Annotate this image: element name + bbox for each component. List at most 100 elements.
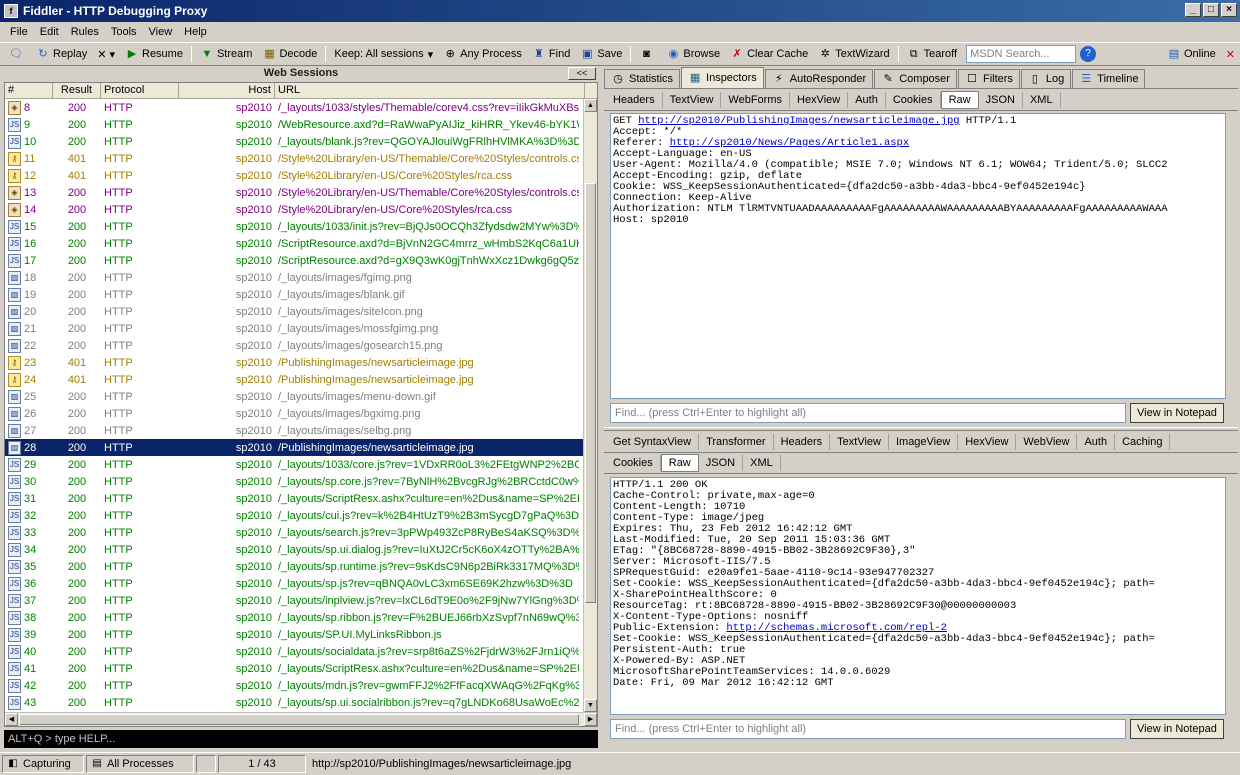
textwizard-button[interactable]: ✲ TextWizard bbox=[813, 47, 894, 61]
session-row[interactable]: JS 17 200 HTTP sp2010/ScriptResource.axd?d=g… bbox=[5, 252, 597, 269]
session-row[interactable]: JS 15 200 HTTP sp2010 /_layouts/1033/init.js?… bbox=[5, 218, 597, 235]
session-row[interactable]: JS 10 200 HTTP sp2010 /_layouts/blank.js?rev=… bbox=[5, 133, 597, 150]
session-row[interactable]: JS 29 200 HTTP sp2010 /_layouts/1033/core.js?… bbox=[5, 456, 597, 473]
session-row[interactable]: JS 32 200 HTTP sp2010 /_layouts/cui.js?rev=k%… bbox=[5, 507, 597, 524]
resp-tab-cookies[interactable]: Cookies bbox=[606, 454, 661, 471]
remove-button[interactable]: ✕ ▾ bbox=[92, 48, 120, 61]
session-row[interactable]: JS 34 200 HTTP sp2010 /_layouts/sp.ui.dialog.… bbox=[5, 541, 597, 558]
any-process-button[interactable]: ⊕ Any Process bbox=[438, 47, 527, 61]
menu-view[interactable]: View bbox=[143, 26, 179, 38]
session-row[interactable]: ◈ 13 200 HTTP sp2010/Style%20Library/en-US/T… bbox=[5, 184, 597, 201]
response-find-input[interactable]: Find... (press Ctrl+Enter to highlight a… bbox=[610, 719, 1126, 739]
resp-tab-hexview[interactable]: HexView bbox=[958, 433, 1017, 450]
resp-tab-imageview[interactable]: ImageView bbox=[889, 433, 959, 450]
session-row[interactable]: ⚷ 11 401 HTTP sp2010/Style%20Library/en-US/T… bbox=[5, 150, 597, 167]
session-row[interactable]: ▨ 26 200 HTTP sp2010 /_layouts/images/bgximg.… bbox=[5, 405, 597, 422]
response-view-in-notepad-button[interactable]: View in Notepad bbox=[1130, 719, 1224, 739]
session-row[interactable]: ◈ 14 200 HTTP sp2010/Style%20Library/en-US/C… bbox=[5, 201, 597, 218]
request-find-input[interactable]: Find... (press Ctrl+Enter to highlight a… bbox=[610, 403, 1126, 423]
req-tab-hexview[interactable]: HexView bbox=[790, 91, 849, 108]
request-raw-text[interactable]: GET http://sp2010/PublishingImages/newsa… bbox=[610, 113, 1226, 399]
resp-tab-raw[interactable]: Raw bbox=[660, 453, 699, 472]
resp-tab-json[interactable]: JSON bbox=[699, 454, 744, 471]
menu-help[interactable]: Help bbox=[178, 26, 213, 38]
response-raw-text[interactable]: HTTP/1.1 200 OK Cache-Control: private,ma… bbox=[610, 477, 1226, 715]
minimize-button[interactable]: _ bbox=[1185, 3, 1201, 17]
menu-file[interactable]: File bbox=[4, 26, 34, 38]
req-tab-xml[interactable]: XML bbox=[1023, 91, 1061, 108]
save-button[interactable]: ▣ Save bbox=[575, 47, 627, 61]
close-button[interactable]: × bbox=[1221, 3, 1237, 17]
col-protocol[interactable]: Protocol bbox=[101, 83, 179, 98]
msdn-search-input[interactable]: MSDN Search... bbox=[966, 45, 1077, 63]
session-row[interactable]: ⚷ 12 401 HTTP sp2010/Style%20Library/en-US/C… bbox=[5, 167, 597, 184]
session-row[interactable]: JS 43 200 HTTP sp2010 /_layouts/sp.ui.socialr… bbox=[5, 694, 597, 711]
req-tab-webforms[interactable]: WebForms bbox=[721, 91, 790, 108]
session-row[interactable]: JS 35 200 HTTP sp2010 /_layouts/sp.runtime.js… bbox=[5, 558, 597, 575]
sessions-vertical-scrollbar[interactable]: ▲ ▼ bbox=[583, 99, 597, 712]
clear-cache-button[interactable]: ✗ Clear Cache bbox=[725, 47, 813, 61]
col-result[interactable]: Result bbox=[53, 83, 101, 98]
tab-composer[interactable]: ✎ Composer bbox=[874, 69, 957, 88]
scroll-down-icon[interactable]: ▼ bbox=[584, 699, 597, 712]
resp-tab-caching[interactable]: Caching bbox=[1115, 433, 1171, 450]
session-row[interactable]: JS 31 200 HTTP sp2010 /_layouts/ScriptResx.as… bbox=[5, 490, 597, 507]
quickexec-input[interactable]: ALT+Q > type HELP... bbox=[4, 730, 598, 748]
resp-tab-headers[interactable]: Headers bbox=[774, 433, 831, 450]
scroll-left-icon[interactable]: ◀ bbox=[5, 713, 18, 726]
tab-autoresponder[interactable]: ⚡ AutoResponder bbox=[764, 69, 874, 88]
session-row[interactable]: ▨ 21 200 HTTP sp2010 /_layouts/images/mossfgi… bbox=[5, 320, 597, 337]
col-num[interactable]: # bbox=[5, 83, 53, 98]
session-row[interactable]: ▨ 20 200 HTTP sp2010 /_layouts/images/siteIco… bbox=[5, 303, 597, 320]
resume-button[interactable]: ▶ Resume bbox=[120, 47, 188, 61]
tab-statistics[interactable]: ◷ Statistics bbox=[604, 69, 681, 88]
scroll-up-icon[interactable]: ▲ bbox=[584, 99, 597, 112]
session-row[interactable]: JS 33 200 HTTP sp2010 /_layouts/search.js?rev… bbox=[5, 524, 597, 541]
sessions-grid[interactable]: # Result Protocol Host URL ◈ 8 200 HTTP sp20… bbox=[4, 82, 598, 727]
req-tab-textview[interactable]: TextView bbox=[663, 91, 722, 108]
replay-button[interactable]: ↻ Replay bbox=[31, 47, 92, 61]
resp-tab-webview[interactable]: WebView bbox=[1016, 433, 1078, 450]
menu-rules[interactable]: Rules bbox=[65, 26, 105, 38]
tearoff-button[interactable]: ⧉ Tearoff bbox=[902, 47, 962, 61]
online-indicator[interactable]: ▤ Online bbox=[1162, 47, 1221, 61]
find-button[interactable]: ♜ Find bbox=[527, 47, 575, 61]
scroll-right-icon[interactable]: ▶ bbox=[584, 713, 597, 726]
req-tab-json[interactable]: JSON bbox=[979, 91, 1023, 108]
session-row[interactable]: JS 37 200 HTTP sp2010 /_layouts/inplview.js?r… bbox=[5, 592, 597, 609]
session-row[interactable]: JS 42 200 HTTP sp2010 /_layouts/mdn.js?rev=gw… bbox=[5, 677, 597, 694]
menu-tools[interactable]: Tools bbox=[105, 26, 143, 38]
resp-tab-auth[interactable]: Auth bbox=[1077, 433, 1116, 450]
session-row[interactable]: ⚷ 23 401 HTTP sp2010/PublishingImages/newsar… bbox=[5, 354, 597, 371]
session-row[interactable]: JS 40 200 HTTP sp2010 /_layouts/socialdata.js… bbox=[5, 643, 597, 660]
decode-button[interactable]: ▦ Decode bbox=[257, 47, 322, 61]
keep-sessions-dropdown[interactable]: Keep: All sessions ▾ bbox=[329, 48, 438, 61]
sessions-horizontal-scrollbar[interactable]: ◀ ▶ bbox=[5, 712, 597, 726]
session-row[interactable]: ▨ 27 200 HTTP sp2010 /_layouts/images/selbg.p… bbox=[5, 422, 597, 439]
screenshot-button[interactable]: ◙ bbox=[634, 47, 661, 61]
close-toolbar-icon[interactable]: ✕ bbox=[1221, 48, 1240, 61]
comment-button[interactable]: 🗨 bbox=[4, 47, 31, 61]
req-tab-cookies[interactable]: Cookies bbox=[886, 91, 941, 108]
line-link[interactable]: http://sp2010/PublishingImages/newsartic… bbox=[638, 115, 959, 127]
resp-tab-xml[interactable]: XML bbox=[743, 454, 781, 471]
session-row[interactable]: ◈ 8 200 HTTP sp2010 /_layouts/1033/styles/The… bbox=[5, 99, 597, 116]
resp-tab-transformer[interactable]: Transformer bbox=[699, 433, 774, 450]
tab-timeline[interactable]: ☰ Timeline bbox=[1072, 69, 1146, 88]
resp-tab-textview[interactable]: TextView bbox=[830, 433, 889, 450]
resp-tab-syntaxview[interactable]: Get SyntaxView bbox=[606, 433, 700, 450]
session-row[interactable]: ▨ 28 200 HTTP sp2010/PublishingImages/newsar… bbox=[5, 439, 597, 456]
maximize-button[interactable]: □ bbox=[1203, 3, 1219, 17]
tab-log[interactable]: ▯ Log bbox=[1020, 69, 1072, 88]
session-row[interactable]: ▨ 22 200 HTTP sp2010 /_layouts/images/gosearc… bbox=[5, 337, 597, 354]
session-row[interactable]: JS 36 200 HTTP sp2010 /_layouts/sp.js?rev=qBN… bbox=[5, 575, 597, 592]
request-view-in-notepad-button[interactable]: View in Notepad bbox=[1130, 403, 1224, 423]
help-icon[interactable]: ? bbox=[1080, 46, 1097, 62]
session-row[interactable]: JS 39 200 HTTP sp2010 /_layouts/SP.UI.MyLinks… bbox=[5, 626, 597, 643]
session-row[interactable]: JS 41 200 HTTP sp2010 /_layouts/ScriptResx.as… bbox=[5, 660, 597, 677]
tab-inspectors[interactable]: ▦ Inspectors bbox=[681, 67, 764, 88]
session-row[interactable]: JS 38 200 HTTP sp2010 /_layouts/sp.ribbon.js?… bbox=[5, 609, 597, 626]
stream-button[interactable]: ▼ Stream bbox=[195, 47, 257, 61]
col-url[interactable]: URL bbox=[275, 83, 585, 98]
session-row[interactable]: ▨ 18 200 HTTP sp2010 /_layouts/images/fgimg.p… bbox=[5, 269, 597, 286]
